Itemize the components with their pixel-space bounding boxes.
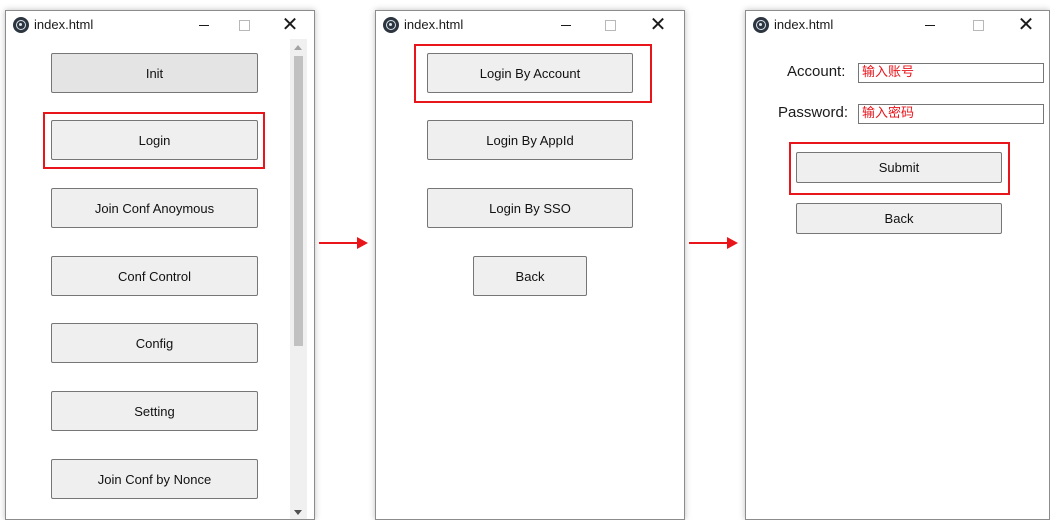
login-highlight-box: [43, 112, 265, 169]
submit-highlight-box: [789, 142, 1010, 195]
close-icon[interactable]: ✕: [1006, 11, 1046, 39]
scroll-up-icon[interactable]: [294, 45, 302, 50]
back-button[interactable]: Back: [796, 203, 1002, 234]
minimize-icon[interactable]: [546, 11, 586, 39]
join-conf-by-nonce-button[interactable]: Join Conf by Nonce: [51, 459, 258, 499]
close-icon[interactable]: ✕: [270, 11, 310, 39]
back-button[interactable]: Back: [473, 256, 587, 296]
window-title: index.html: [34, 17, 94, 32]
minimize-icon[interactable]: [910, 11, 950, 39]
window-title: index.html: [404, 17, 464, 32]
window-title: index.html: [774, 17, 834, 32]
conf-control-button[interactable]: Conf Control: [51, 256, 258, 296]
init-button[interactable]: Init: [51, 53, 258, 93]
config-button[interactable]: Config: [51, 323, 258, 363]
account-input[interactable]: 输入账号: [858, 63, 1044, 83]
title-bar: index.html ✕: [746, 11, 1049, 39]
flow-arrow-2-head: [727, 237, 738, 249]
window-account-login: index.html ✕ Account: 输入账号 Password: 输入密…: [745, 10, 1050, 520]
maximize-icon[interactable]: [224, 11, 264, 39]
maximize-icon[interactable]: [590, 11, 630, 39]
app-icon: [13, 17, 29, 33]
flow-arrow-1-head: [357, 237, 368, 249]
password-input[interactable]: 输入密码: [858, 104, 1044, 124]
join-conf-anonymous-button[interactable]: Join Conf Anoymous: [51, 188, 258, 228]
login-by-account-highlight-box: [414, 44, 652, 103]
app-icon: [383, 17, 399, 33]
window-main-menu: index.html ✕ Init Login Join Conf Anoymo…: [5, 10, 315, 520]
login-by-appid-button[interactable]: Login By AppId: [427, 120, 633, 160]
title-bar: index.html ✕: [376, 11, 684, 39]
flow-arrow-2: [689, 242, 729, 244]
window-login-options: index.html ✕ Login By Account Login By A…: [375, 10, 685, 520]
close-icon[interactable]: ✕: [638, 11, 678, 39]
title-bar: index.html ✕: [6, 11, 314, 39]
scrollbar-thumb[interactable]: [294, 56, 303, 346]
scroll-down-icon[interactable]: [294, 510, 302, 515]
app-icon: [753, 17, 769, 33]
password-label: Password:: [778, 104, 849, 121]
login-by-sso-button[interactable]: Login By SSO: [427, 188, 633, 228]
minimize-icon[interactable]: [184, 11, 224, 39]
flow-arrow-1: [319, 242, 359, 244]
maximize-icon[interactable]: [958, 11, 998, 39]
account-label: Account:: [787, 63, 846, 80]
setting-button[interactable]: Setting: [51, 391, 258, 431]
vertical-scrollbar[interactable]: [290, 39, 307, 519]
